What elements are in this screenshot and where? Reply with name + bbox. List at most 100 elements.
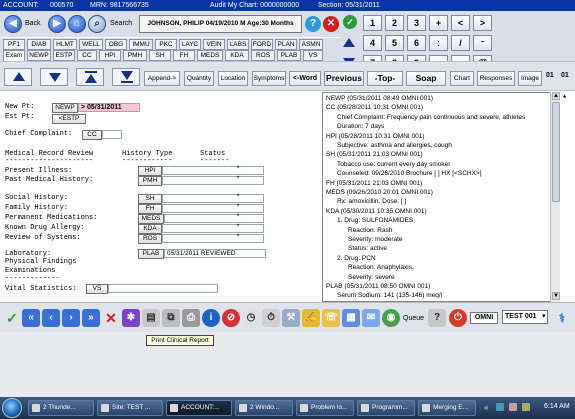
tab-layc[interactable]: LAYC (179, 39, 201, 50)
cc-field[interactable] (102, 130, 122, 139)
vs-field[interactable] (108, 284, 218, 293)
back-icon[interactable]: ◀ (4, 15, 22, 33)
tab-hpi[interactable]: HPI (99, 50, 121, 61)
clock-icon[interactable]: ◷ (242, 309, 260, 327)
key-colon[interactable]: : (429, 35, 448, 51)
scroll-up-arrow-icon[interactable]: ▲ (552, 92, 560, 100)
ros-status[interactable] (162, 234, 264, 243)
responses-button[interactable]: Responses (477, 71, 515, 86)
plab-button[interactable]: PLAB (138, 249, 164, 259)
copy-icon[interactable]: ⧉ (162, 309, 180, 327)
arrow-down-icon[interactable] (40, 68, 68, 86)
first-page-icon[interactable] (76, 68, 104, 86)
chart-icon[interactable]: ▦ (342, 309, 360, 327)
volume-icon[interactable] (509, 403, 517, 411)
queue-label[interactable]: Queue (403, 315, 424, 322)
image-button[interactable]: Image (518, 71, 542, 86)
tab-ros[interactable]: ROS (251, 50, 275, 61)
tab-meds[interactable]: MEDS (197, 50, 223, 61)
symptoms-button[interactable]: Symptoms (252, 71, 286, 86)
patient-banner[interactable]: JOHNSON, PHILIP 04/19/2010 M Age:30 Mont… (139, 15, 302, 33)
rewind-icon[interactable]: « (22, 309, 40, 327)
molecule-icon[interactable]: ✱ (122, 309, 140, 327)
tray-chevron-icon[interactable]: « (484, 403, 488, 412)
network-icon[interactable] (496, 403, 504, 411)
fh-status[interactable] (162, 204, 264, 213)
tab-pmh[interactable]: PMH (123, 50, 147, 61)
tab-well[interactable]: WELL (79, 39, 103, 50)
quantity-button[interactable]: Quantity (184, 71, 214, 86)
vs-button[interactable]: VS (86, 284, 108, 294)
key-6[interactable]: 6 (407, 35, 426, 51)
flag-icon[interactable] (522, 403, 530, 411)
cc-button[interactable]: CC (82, 130, 102, 140)
estp-button[interactable]: <ESTP (52, 114, 86, 124)
key-greater[interactable]: > (473, 15, 492, 31)
fast-forward-icon[interactable]: » (82, 309, 100, 327)
check-icon[interactable]: ✓ (343, 15, 357, 29)
globe-icon[interactable]: ◉ (382, 309, 400, 327)
tab-vein[interactable]: VEIN (203, 39, 225, 50)
pmh-status[interactable] (162, 176, 264, 185)
back-label[interactable]: Back (25, 19, 41, 29)
chevron-down-icon[interactable]: ▾ (542, 312, 546, 320)
key-3[interactable]: 3 (407, 15, 426, 31)
fh-button[interactable]: FH (138, 204, 162, 214)
minus-icon[interactable]: − (473, 35, 492, 51)
tab-cc[interactable]: CC (77, 50, 97, 61)
tab-immu[interactable]: IMMU (129, 39, 153, 50)
soap-button[interactable]: Soap (406, 71, 446, 86)
kda-status[interactable] (162, 224, 264, 233)
hpi-button[interactable]: HPI (138, 166, 162, 176)
tools-icon[interactable]: ⚒ (282, 309, 300, 327)
tray-icons[interactable]: « (482, 403, 542, 413)
arrow-up-icon[interactable] (4, 68, 32, 86)
scroll-up-icon[interactable] (343, 38, 355, 47)
home-icon[interactable]: ⌂ (68, 15, 86, 33)
power-icon[interactable]: ⏻ (449, 309, 467, 327)
magnifier-icon[interactable]: ⌕ (88, 15, 106, 33)
word-button[interactable]: <-Word (289, 71, 321, 86)
tab-kda[interactable]: KDA (225, 50, 249, 61)
tab-vs[interactable]: VS (303, 50, 323, 61)
key-2[interactable]: 2 (385, 15, 404, 31)
tab-diab[interactable]: DIAB (27, 39, 51, 50)
info-icon[interactable]: i (202, 309, 220, 327)
search-label[interactable]: Search (110, 19, 132, 29)
timer-icon[interactable]: ⏱ (262, 309, 280, 327)
tab-asmn[interactable]: ASMN (299, 39, 323, 50)
note-scrollbar[interactable]: ▲ ▼ (550, 92, 560, 302)
append-button[interactable]: Append-> (144, 71, 180, 86)
plab-status[interactable]: 05/31/2011 REVIEWED (164, 249, 266, 258)
tab-fh[interactable]: FH (173, 50, 195, 61)
start-button-icon[interactable] (2, 398, 22, 418)
ros-button[interactable]: ROS (138, 234, 162, 244)
next-icon[interactable]: › (62, 309, 80, 327)
tab-estp[interactable]: ESTP (53, 50, 75, 61)
phone-icon[interactable]: ☏ (322, 309, 340, 327)
task-windows[interactable]: 2 Windo... (235, 400, 293, 416)
close-icon[interactable]: ✕ (323, 16, 339, 32)
last-page-icon[interactable] (112, 68, 140, 86)
newp-button[interactable]: NEWP (52, 103, 78, 113)
chart-button[interactable]: Chart (450, 71, 474, 86)
task-account[interactable]: ACCOUNT:... (166, 400, 232, 416)
task-merging[interactable]: Merging E... (418, 400, 476, 416)
task-programs[interactable]: Programm... (357, 400, 415, 416)
tab-ford[interactable]: FORD (251, 39, 273, 50)
key-less[interactable]: < (451, 15, 470, 31)
top-button[interactable]: -Top- (367, 71, 403, 86)
scroll-thumb[interactable] (552, 102, 560, 202)
tab-hlmt[interactable]: HLMT (53, 39, 77, 50)
note-panel[interactable]: NEWP (05/31/2011 08:49 OMNI 001) CC (05/2… (322, 92, 560, 302)
prev-icon[interactable]: ‹ (42, 309, 60, 327)
help-circle-icon[interactable]: ? (428, 309, 446, 327)
tab-plan[interactable]: PLAN (275, 39, 297, 50)
kda-button[interactable]: KDA (138, 224, 162, 234)
meds-status[interactable] (164, 214, 264, 223)
sh-status[interactable] (162, 194, 264, 203)
document-icon[interactable]: ▤ (142, 309, 160, 327)
task-thunderbird[interactable]: 2 Thunde... (28, 400, 94, 416)
omni-field[interactable]: OMNI (470, 312, 498, 324)
help-icon[interactable]: ? (305, 16, 321, 32)
